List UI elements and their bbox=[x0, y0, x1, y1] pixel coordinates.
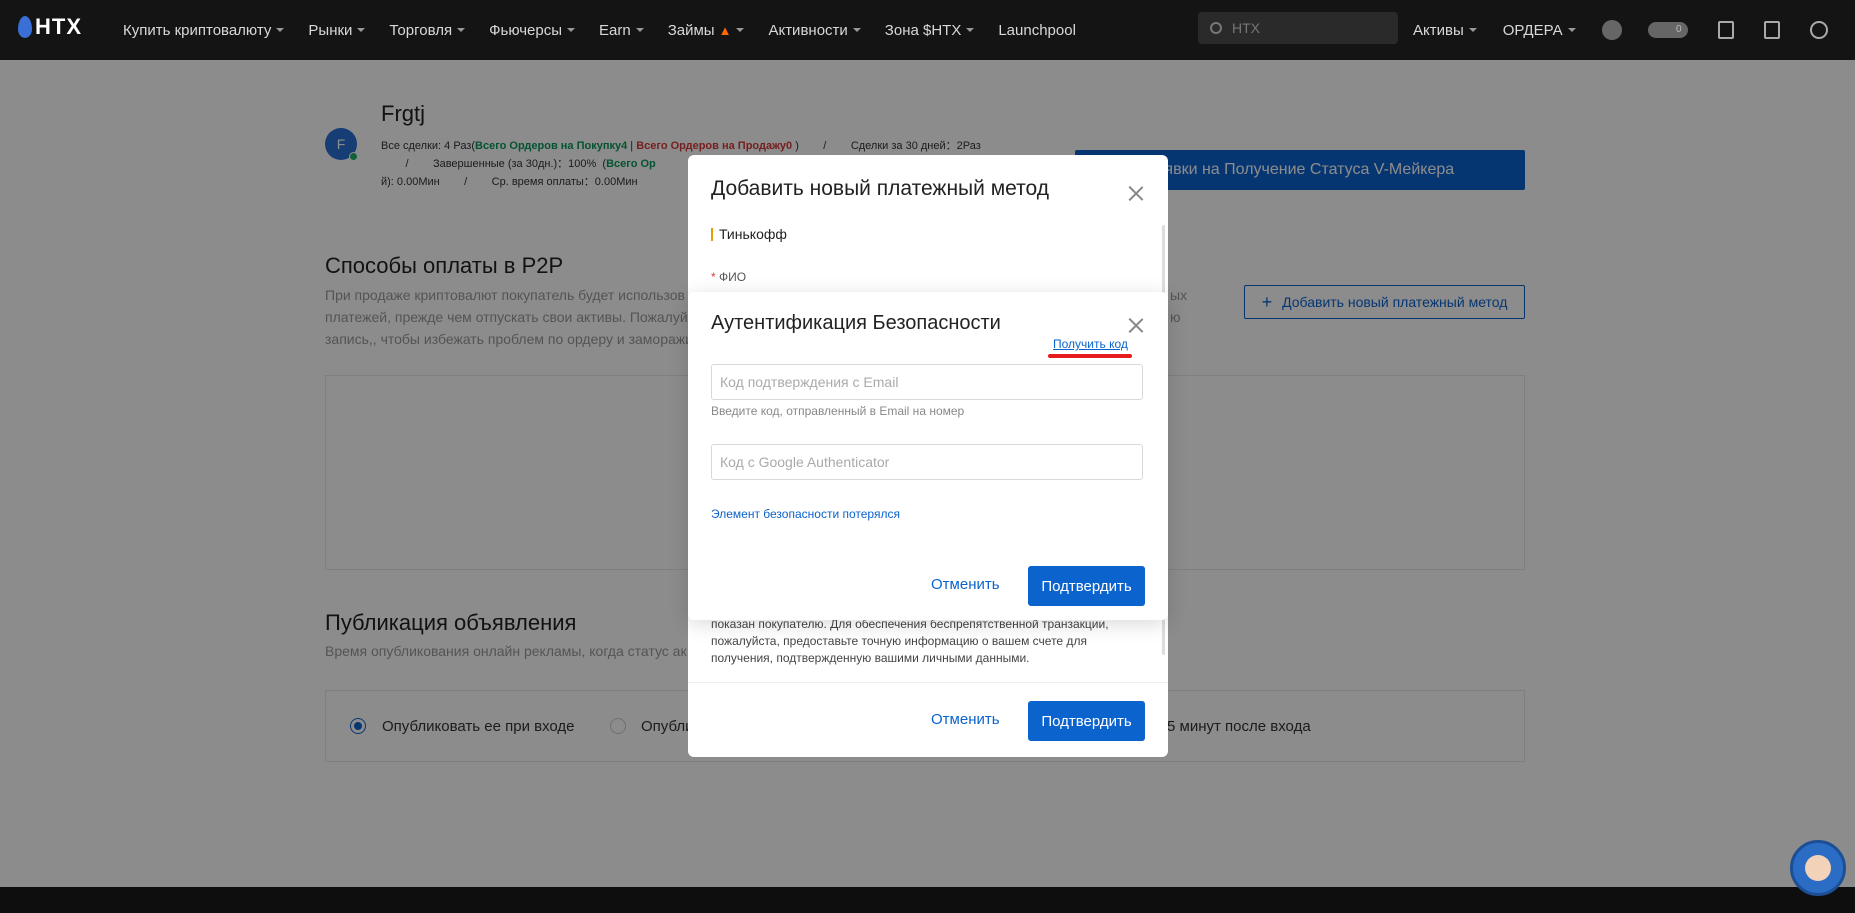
chevron-down-icon bbox=[457, 28, 466, 32]
user-menu: Активы ОРДЕРА 0 bbox=[1413, 0, 1828, 60]
download-icon[interactable] bbox=[1763, 21, 1780, 39]
close-icon[interactable] bbox=[1128, 317, 1144, 333]
menu-trade[interactable]: Торговля bbox=[389, 21, 466, 39]
menu-markets[interactable]: Рынки bbox=[308, 21, 366, 39]
menu-htx-zone[interactable]: Зона $HTX bbox=[885, 22, 975, 39]
search-placeholder: HTX bbox=[1232, 20, 1260, 36]
menu-orders[interactable]: ОРДЕРА bbox=[1503, 22, 1576, 39]
chevron-down-icon bbox=[736, 28, 745, 32]
top-navigation: HTX Купить криптовалюту Рынки Торговля Ф… bbox=[0, 0, 1855, 60]
htx-logo[interactable]: HTX bbox=[18, 14, 82, 40]
email-code-hint: Введите код, отправленный в Email на ном… bbox=[711, 404, 965, 418]
logo-text: HTX bbox=[35, 14, 82, 39]
menu-label: Займы bbox=[667, 21, 715, 39]
menu-activities[interactable]: Активности bbox=[768, 21, 861, 39]
menu-label: Торговля bbox=[389, 21, 453, 39]
menu-launchpool[interactable]: Launchpool bbox=[998, 22, 1076, 39]
chevron-down-icon bbox=[567, 28, 576, 32]
support-chat-mascot-icon[interactable] bbox=[1790, 840, 1846, 896]
chevron-down-icon bbox=[966, 28, 975, 32]
close-icon[interactable] bbox=[1128, 185, 1144, 201]
email-code-placeholder: Код подтверждения с Email bbox=[720, 374, 899, 390]
chevron-down-icon bbox=[1468, 28, 1477, 32]
payment-method-name: Тинькофф bbox=[711, 227, 787, 241]
fire-icon: ▲ bbox=[718, 22, 732, 38]
menu-label: Earn bbox=[599, 21, 631, 39]
menu-label: Зона $HTX bbox=[884, 21, 962, 39]
globe-language-icon[interactable] bbox=[1809, 21, 1828, 39]
confirm-button[interactable]: Подтвердить bbox=[1028, 566, 1145, 606]
search-input[interactable]: HTX bbox=[1198, 12, 1398, 44]
chevron-down-icon bbox=[635, 28, 644, 32]
menu-assets[interactable]: Активы bbox=[1413, 22, 1477, 39]
chevron-down-icon bbox=[276, 28, 285, 32]
confirm-button[interactable]: Подтвердить bbox=[1028, 701, 1145, 741]
dialog-title: Добавить новый платежный метод bbox=[711, 177, 1049, 200]
menu-earn[interactable]: Earn bbox=[599, 22, 644, 39]
menu-label: ОРДЕРА bbox=[1502, 21, 1563, 39]
note-line: получения, подтвержденную вашими личными… bbox=[711, 651, 1030, 665]
menu-loans[interactable]: Займы ▲ bbox=[668, 22, 745, 39]
highlight-underline-mark bbox=[1048, 354, 1132, 358]
divider bbox=[688, 682, 1168, 683]
user-avatar-icon[interactable] bbox=[1601, 20, 1622, 40]
htx-flame-icon bbox=[18, 16, 32, 38]
google-auth-placeholder: Код с Google Authenticator bbox=[720, 454, 890, 470]
orders-document-icon[interactable] bbox=[1717, 21, 1734, 39]
search-icon bbox=[1210, 22, 1222, 34]
email-code-input[interactable]: Код подтверждения с Email bbox=[711, 364, 1143, 400]
get-code-link[interactable]: Получить код bbox=[1053, 337, 1128, 351]
required-mark: * bbox=[711, 270, 720, 284]
main-menu: Купить криптовалюту Рынки Торговля Фьюче… bbox=[123, 0, 1100, 60]
notification-badge-icon[interactable]: 0 bbox=[1647, 22, 1688, 38]
note-line: пожалуйста, предоставьте точную информац… bbox=[711, 634, 1087, 648]
google-auth-input[interactable]: Код с Google Authenticator bbox=[711, 444, 1143, 480]
menu-label: Рынки bbox=[308, 21, 353, 39]
menu-label: Активы bbox=[1413, 21, 1464, 39]
fio-label-text: ФИО bbox=[719, 270, 747, 284]
menu-label: Купить криптовалюту bbox=[123, 21, 272, 39]
fio-label: * ФИО bbox=[711, 270, 746, 284]
menu-buy-crypto[interactable]: Купить криптовалюту bbox=[123, 21, 285, 39]
menu-futures[interactable]: Фьючерсы bbox=[489, 21, 576, 39]
menu-label: Фьючерсы bbox=[489, 21, 563, 39]
chevron-down-icon bbox=[852, 28, 861, 32]
dialog-title: Аутентификация Безопасности bbox=[711, 312, 1001, 334]
menu-label: Активности bbox=[768, 21, 848, 39]
cancel-button[interactable]: Отменить bbox=[931, 711, 1000, 728]
chevron-down-icon bbox=[1567, 28, 1576, 32]
security-auth-dialog: Аутентификация Безопасности Код подтверж… bbox=[688, 292, 1168, 620]
security-item-lost-link[interactable]: Элемент безопасности потерялся bbox=[711, 507, 900, 521]
account-info-note: показан покупателю. Для обеспечения бесп… bbox=[711, 616, 1131, 667]
cancel-button[interactable]: Отменить bbox=[931, 576, 1000, 593]
menu-label: Launchpool bbox=[998, 21, 1076, 39]
chevron-down-icon bbox=[357, 28, 366, 32]
